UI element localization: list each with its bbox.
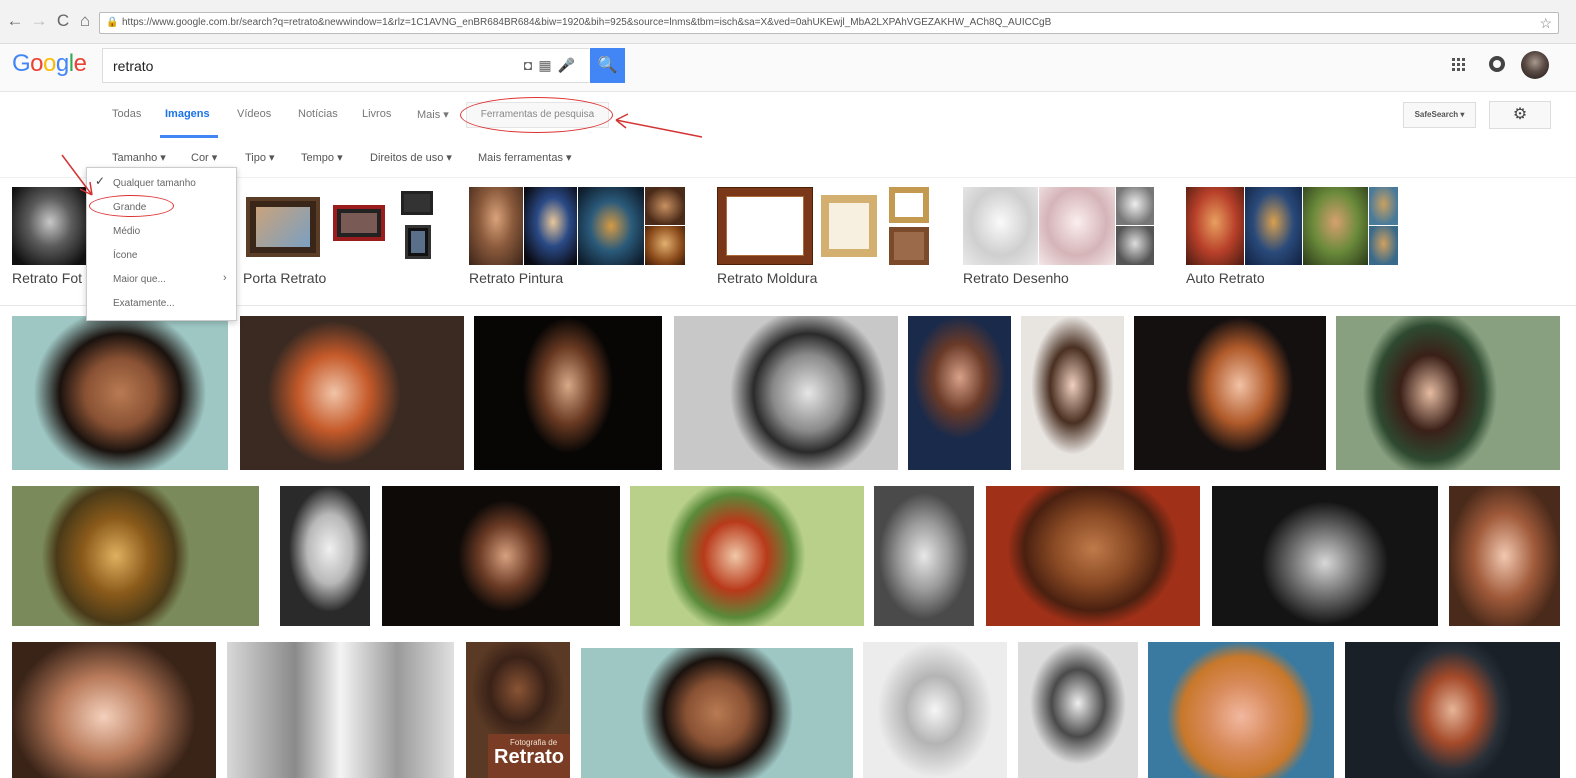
annotation-circle-tools [460,97,613,133]
microphone-icon[interactable]: 🎤 [558,57,581,73]
home-icon[interactable]: ⌂ [74,10,96,32]
result-image-21[interactable] [863,642,1007,778]
submenu-chevron-icon: › [223,272,227,284]
url-text: https://www.google.com.br/search?q=retra… [122,17,1052,28]
filter-direitos[interactable]: Direitos de uso ▾ [370,151,452,164]
related-thumb-porta-retrato[interactable] [243,187,436,265]
result-image-6[interactable] [1021,316,1124,470]
tab-mais[interactable]: Mais ▾ [417,108,449,121]
checkmark-icon: ✓ [95,174,106,188]
result-image-22[interactable] [1018,642,1138,778]
logo-letter: o [43,50,56,77]
apps-grid-icon[interactable] [1452,58,1466,77]
result-image-1[interactable] [12,316,228,470]
safesearch-button[interactable]: SafeSearch ▾ [1403,102,1476,128]
result-image-8[interactable] [1336,316,1560,470]
result-image-10[interactable] [280,486,370,626]
result-image-11[interactable] [382,486,620,626]
size-option-medio[interactable]: Médio [113,226,140,237]
related-label-auto-retrato[interactable]: Auto Retrato [1186,270,1265,286]
result-image-3[interactable] [474,316,662,470]
related-label-moldura[interactable]: Retrato Moldura [717,270,817,286]
related-thumb-desenho[interactable] [963,187,1154,265]
camera-icon[interactable]: ◘ [524,57,538,73]
result-image-19[interactable]: Fotografia de Retrato [466,642,570,778]
avatar[interactable] [1521,51,1549,79]
result-image-12[interactable] [630,486,864,626]
related-thumb-moldura[interactable] [717,187,931,265]
tab-livros[interactable]: Livros [362,108,391,120]
size-option-exatamente[interactable]: Exatamente... [113,298,175,309]
back-icon[interactable]: ← [4,10,26,32]
reload-icon[interactable]: C [52,10,74,32]
google-logo[interactable]: Google [12,50,87,78]
search-tabs: Todas Imagens Vídeos Notícias Livros Mai… [0,92,1576,138]
result-image-7[interactable] [1134,316,1326,470]
search-input[interactable]: retrato ◘▦🎤 [102,48,589,83]
result-image-14[interactable] [986,486,1200,626]
logo-letter: e [73,50,87,77]
book-cover-title: Retrato [494,746,565,768]
annotation-circle-grande [89,195,174,217]
logo-letter: G [12,50,31,77]
logo-letter: o [30,50,44,77]
tab-videos[interactable]: Vídeos [237,108,271,120]
filter-tempo[interactable]: Tempo ▾ [301,151,343,164]
browser-toolbar: ← → C ⌂ 🔒 https://www.google.com.br/sear… [0,0,1576,44]
filter-tipo[interactable]: Tipo ▾ [245,151,275,164]
size-option-any[interactable]: Qualquer tamanho [113,178,196,189]
related-label-desenho[interactable]: Retrato Desenho [963,270,1069,286]
tab-imagens[interactable]: Imagens [165,108,210,120]
result-image-2[interactable] [240,316,464,470]
bookmark-star-icon[interactable]: ☆ [1539,13,1552,33]
address-bar[interactable]: 🔒 https://www.google.com.br/search?q=ret… [99,12,1559,34]
related-label-porta-retrato[interactable]: Porta Retrato [243,270,326,286]
logo-letter: g [55,50,69,77]
related-thumb-fotografia[interactable] [12,187,88,265]
lock-icon: 🔒 [106,17,119,28]
result-image-20[interactable] [581,648,853,778]
result-image-13[interactable] [874,486,974,626]
filter-tamanho[interactable]: Tamanho ▾ [112,151,166,164]
google-header: Google retrato ◘▦🎤 🔍 [0,44,1576,92]
search-tools-icons[interactable]: ◘▦🎤 [524,57,581,74]
result-image-4[interactable] [674,316,898,470]
result-image-9[interactable] [12,486,259,626]
result-image-23[interactable] [1148,642,1334,778]
result-image-24[interactable] [1345,642,1560,778]
filter-cor[interactable]: Cor ▾ [191,151,217,164]
filter-mais-ferramentas[interactable]: Mais ferramentas ▾ [478,151,572,164]
forward-icon[interactable]: → [28,10,50,32]
gear-icon: ⚙ [1512,106,1528,123]
size-option-maior-que[interactable]: Maior que... [113,274,166,285]
tab-todas[interactable]: Todas [112,108,141,120]
size-option-icone[interactable]: Ícone [113,250,137,261]
keyboard-icon[interactable]: ▦ [538,57,557,73]
tab-noticias[interactable]: Notícias [298,108,338,120]
related-label-fotografia[interactable]: Retrato Fot [12,270,82,286]
result-image-18[interactable] [227,642,454,778]
related-label-pintura[interactable]: Retrato Pintura [469,270,563,286]
related-thumb-auto-retrato[interactable] [1186,187,1398,265]
search-query: retrato [113,58,154,74]
related-thumb-pintura[interactable] [469,187,685,265]
search-button[interactable]: 🔍 [590,48,625,83]
result-image-5[interactable] [908,316,1011,470]
result-image-16[interactable] [1449,486,1560,626]
result-image-17[interactable] [12,642,216,778]
notifications-icon[interactable] [1489,56,1505,72]
result-image-15[interactable] [1212,486,1438,626]
search-icon: 🔍 [597,57,618,74]
settings-button[interactable]: ⚙ [1489,101,1551,129]
size-dropdown-menu: ✓ Qualquer tamanho Grande Médio Ícone Ma… [86,167,237,321]
